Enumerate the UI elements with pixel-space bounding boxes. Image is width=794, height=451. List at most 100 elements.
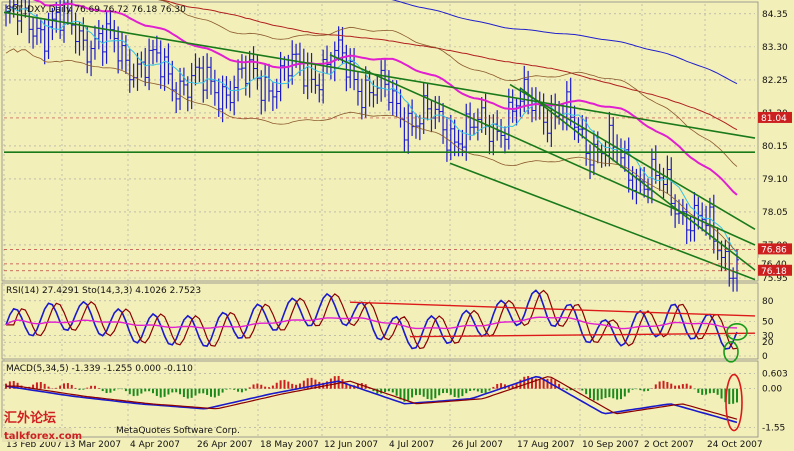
macd-histogram-bar xyxy=(542,379,545,389)
price-box-label-mid: 76.86 xyxy=(761,245,787,255)
date-label: 18 May 2007 xyxy=(260,440,319,450)
macd-histogram-bar xyxy=(627,388,630,393)
macd-histogram-bar xyxy=(287,381,290,389)
macd-histogram-bar xyxy=(144,388,147,392)
macd-histogram-bar xyxy=(592,388,595,401)
macd-histogram-bar xyxy=(650,388,653,389)
macd-histogram-bar xyxy=(736,388,738,403)
macd-histogram-bar xyxy=(631,388,634,390)
macd-histogram-bar xyxy=(677,385,680,389)
rsi-level-label: 50 xyxy=(762,318,774,328)
macd-histogram-bar xyxy=(693,388,696,390)
macd-histogram-bar xyxy=(600,388,603,400)
macd-histogram-bar xyxy=(697,388,700,393)
macd-histogram-bar xyxy=(527,376,530,389)
price-label: 80.15 xyxy=(762,142,788,152)
date-label: 12 Jun 2007 xyxy=(324,440,378,450)
macd-histogram-bar xyxy=(117,388,120,390)
macd-histogram-bar xyxy=(279,380,282,389)
macd-histogram-bar xyxy=(716,388,719,395)
macd-histogram-bar xyxy=(136,388,139,396)
macd-histogram-bar xyxy=(295,384,298,389)
macd-histogram-bar xyxy=(589,388,592,399)
macd-histogram-bar xyxy=(86,387,89,389)
macd-histogram-bar xyxy=(43,383,46,389)
macd-histogram-bar xyxy=(237,388,240,392)
macd-histogram-bar xyxy=(175,388,178,393)
macd-histogram-bar xyxy=(268,387,271,389)
price-box-label-low: 76.18 xyxy=(761,267,787,277)
macd-level-label: -1.55 xyxy=(762,424,785,434)
date-label: 26 Apr 2007 xyxy=(197,440,253,450)
macd-histogram-bar xyxy=(496,383,499,389)
macd-histogram-bar xyxy=(449,388,452,395)
macd-histogram-bar xyxy=(202,388,205,394)
macd-histogram-bar xyxy=(689,385,692,389)
macd-histogram-bar xyxy=(523,376,526,389)
macd-histogram-bar xyxy=(101,388,104,392)
macd-histogram-bar xyxy=(643,388,646,392)
price-panel-header: SPT_DXY,Daily 76.69 76.72 76.18 76.30 xyxy=(6,5,186,15)
watermark-copyright: MetaQuotes Software Corp. xyxy=(116,426,240,436)
macd-histogram-bar xyxy=(155,388,158,396)
macd-histogram-bar xyxy=(113,388,116,391)
macd-histogram-bar xyxy=(480,388,483,393)
macd-histogram-bar xyxy=(438,388,441,396)
macd-histogram-bar xyxy=(225,388,228,390)
macd-histogram-bar xyxy=(51,388,54,389)
macd-histogram-bar xyxy=(179,388,182,395)
macd-histogram-bar xyxy=(654,384,657,389)
macd-histogram-bar xyxy=(422,388,425,397)
macd-histogram-bar xyxy=(639,388,642,391)
macd-histogram-bar xyxy=(712,388,715,393)
macd-histogram-bar xyxy=(616,388,619,400)
macd-histogram-bar xyxy=(581,388,584,391)
macd-histogram-bar xyxy=(217,388,220,396)
macd-histogram-bar xyxy=(148,388,151,392)
macd-histogram-bar xyxy=(476,388,479,392)
macd-histogram-bar xyxy=(666,381,669,389)
macd-histogram-bar xyxy=(728,388,731,405)
date-label: 24 Oct 2007 xyxy=(707,440,763,450)
macd-histogram-bar xyxy=(248,387,251,389)
date-label: 10 Sep 2007 xyxy=(582,440,639,450)
macd-histogram-bar xyxy=(167,388,170,395)
macd-level-label: 0.603 xyxy=(762,369,788,379)
macd-histogram-bar xyxy=(140,388,143,394)
macd-histogram-bar xyxy=(229,388,232,390)
macd-histogram-bar xyxy=(670,383,673,389)
macd-histogram-bar xyxy=(66,383,69,389)
macd-histogram-bar xyxy=(538,379,541,389)
macd-histogram-bar xyxy=(275,382,278,389)
price-label: 78.05 xyxy=(762,208,788,218)
macd-histogram-bar xyxy=(59,385,62,389)
watermark-main: 汇外论坛 xyxy=(4,410,56,426)
macd-histogram-bar xyxy=(260,384,263,389)
macd-histogram-bar xyxy=(411,388,414,398)
macd-histogram-bar xyxy=(384,388,387,393)
macd-histogram-bar xyxy=(341,379,344,389)
macd-histogram-bar xyxy=(732,388,735,404)
macd-histogram-bar xyxy=(171,388,174,393)
date-label: 17 Aug 2007 xyxy=(517,440,575,450)
macd-histogram-bar xyxy=(209,388,212,397)
macd-histogram-bar xyxy=(635,388,638,390)
macd-histogram-bar xyxy=(612,388,615,399)
macd-histogram-bar xyxy=(708,388,711,394)
chart-canvas[interactable]: 13 Feb 2007 13 Mar 2007 4 Apr 2007 26 Apr 2… xyxy=(0,0,794,451)
macd-histogram-bar xyxy=(407,388,410,401)
macd-histogram-bar xyxy=(74,387,77,389)
price-box-label-upper: 81.04 xyxy=(761,114,787,124)
macd-histogram-bar xyxy=(434,388,437,399)
price-panel xyxy=(1,1,759,282)
macd-histogram-bar xyxy=(233,388,236,390)
macd-histogram-bar xyxy=(445,388,448,393)
macd-histogram-bar xyxy=(604,388,607,398)
macd-histogram-bar xyxy=(252,384,255,389)
macd-histogram-bar xyxy=(221,388,224,393)
macd-histogram-bar xyxy=(596,388,599,401)
macd-histogram-bar xyxy=(453,388,456,397)
macd-histogram-bar xyxy=(244,388,247,391)
macd-histogram-bar xyxy=(387,388,390,392)
macd-level-label: 0.00 xyxy=(762,385,782,395)
